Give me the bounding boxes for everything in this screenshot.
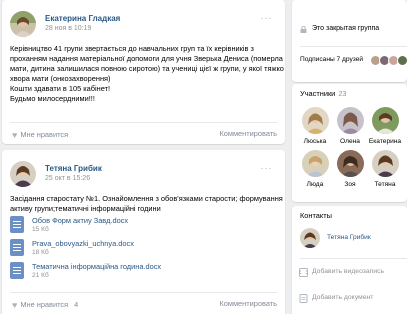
post-actions: ♥ Мне нравится Комментировать	[10, 122, 277, 144]
avatar[interactable]	[397, 55, 407, 66]
contacts-title[interactable]: Контакты	[300, 211, 332, 220]
attached-documents: Обов Форм актиу Завд.docx 15 Кб Prava_ob…	[10, 214, 270, 283]
document-icon	[10, 216, 24, 233]
contact-item[interactable]: Тетяна Грибик	[300, 228, 407, 250]
avatar[interactable]	[336, 107, 364, 134]
divider	[300, 258, 407, 259]
post-text-line: активу групи;тематичні інформаційні годи…	[10, 204, 161, 214]
like-count: 4	[74, 300, 79, 309]
document-icon	[10, 262, 24, 279]
avatar[interactable]	[301, 150, 329, 177]
member-item[interactable]: Люська	[300, 107, 330, 145]
subscribed-friends-row[interactable]: Подписаны 7 друзей	[292, 55, 407, 69]
avatar[interactable]	[10, 11, 36, 37]
contacts-card: Контакты Тетяна Грибик Добавить видеозап…	[292, 206, 407, 314]
wall-post: Тетяна Грибик 25 окт в 15:26 ··· Засідан…	[2, 150, 285, 314]
avatar[interactable]	[301, 107, 329, 134]
add-video-button[interactable]: Добавить видеозапись	[292, 263, 407, 283]
document-name[interactable]: Prava_obovyazki_uchnya.docx	[32, 239, 134, 248]
divider	[300, 46, 407, 47]
add-video-label: Добавить видеозапись	[312, 268, 385, 275]
document-icon	[299, 294, 308, 303]
post-date[interactable]: 25 окт в 15:26	[45, 175, 90, 182]
post-author[interactable]: Тетяна Грибик	[45, 164, 102, 173]
avatar[interactable]	[371, 150, 399, 177]
heart-icon: ♥	[12, 300, 18, 310]
post-text-line: Будьмо милосердними!!!	[10, 94, 95, 104]
document-size: 21 Кб	[32, 272, 49, 279]
post-text-line: проханням надання матеріальної допомоги …	[10, 54, 283, 64]
document-attachment[interactable]: Тематична інформаційна година.docx 21 Кб	[10, 260, 270, 283]
post-actions: ♥ Мне нравится 4 Комментировать	[10, 292, 277, 314]
members-header[interactable]: Участники 23	[300, 89, 347, 98]
members-count: 23	[338, 89, 347, 98]
avatar[interactable]	[300, 228, 320, 248]
post-text-line: Керівництво 41 групи звертається до навч…	[10, 44, 254, 53]
like-button[interactable]: ♥ Мне нравится	[12, 129, 69, 140]
document-icon	[10, 239, 24, 256]
add-document-button[interactable]: Добавить документ	[292, 289, 407, 309]
document-size: 15 Кб	[32, 226, 49, 233]
avatar[interactable]	[336, 150, 364, 177]
post-text-line: Засідання старостату №1. Ознайомлення з …	[10, 194, 283, 203]
like-label: Мне нравится	[20, 130, 69, 139]
contact-name[interactable]: Тетяна Грибик	[327, 234, 371, 241]
post-header: Екатерина Гладкая 28 ноя в 10:19 ···	[10, 11, 278, 37]
group-info-card: Это закрытая группа Подписаны 7 друзей	[292, 0, 407, 82]
member-item[interactable]: Тетяна	[370, 150, 400, 188]
wall-post: Екатерина Гладкая 28 ноя в 10:19 ··· Кер…	[2, 0, 285, 144]
document-attachment[interactable]: Prava_obovyazki_uchnya.docx 18 Кб	[10, 237, 270, 260]
post-author[interactable]: Екатерина Гладкая	[45, 14, 120, 23]
post-header: Тетяна Грибик 25 окт в 15:26 ···	[10, 161, 278, 187]
video-icon	[299, 268, 308, 277]
document-attachment[interactable]: Обов Форм актиу Завд.docx 15 Кб	[10, 214, 270, 237]
subscribed-friends-label[interactable]: Подписаны 7 друзей	[300, 56, 363, 63]
post-text-line: мати, дитина залишилася повною сиротою) …	[10, 64, 284, 74]
member-item[interactable]: Зоя	[335, 150, 365, 188]
member-item[interactable]: Олена	[335, 107, 365, 145]
post-menu-icon[interactable]: ···	[261, 13, 273, 24]
member-name[interactable]: Екатерина	[364, 138, 406, 145]
comment-button[interactable]: Комментировать	[219, 129, 277, 138]
member-name[interactable]: Тетяна	[364, 181, 406, 188]
post-text: Засідання старостату №1. Ознайомлення з …	[10, 194, 283, 214]
like-label: Мне нравится	[20, 300, 69, 309]
closed-group-label: Это закрытая группа	[312, 25, 380, 32]
post-text: Керівництво 41 групи звертається до навч…	[10, 44, 284, 105]
document-size: 18 Кб	[32, 249, 49, 256]
add-document-label: Добавить документ	[312, 294, 374, 301]
heart-icon: ♥	[12, 130, 18, 140]
members-card: Участники 23 Люська Олена Екатерина Люда …	[292, 84, 407, 202]
members-title: Участники	[300, 89, 336, 98]
closed-group-row: Это закрытая группа	[292, 22, 407, 40]
document-name[interactable]: Тематична інформаційна година.docx	[32, 262, 161, 271]
post-text-line: Кошти здавати в 105 кабінет!	[10, 84, 111, 94]
post-date[interactable]: 28 ноя в 10:19	[45, 25, 91, 32]
lock-icon	[300, 26, 307, 33]
comment-button[interactable]: Комментировать	[219, 299, 277, 308]
like-button[interactable]: ♥ Мне нравится 4	[12, 299, 79, 310]
post-text-line: хвора мати (онкозахворення)	[10, 74, 111, 84]
post-menu-icon[interactable]: ···	[261, 163, 273, 174]
document-name[interactable]: Обов Форм актиу Завд.docx	[32, 216, 128, 225]
avatar[interactable]	[10, 161, 36, 187]
member-item[interactable]: Люда	[300, 150, 330, 188]
member-item[interactable]: Екатерина	[369, 107, 401, 145]
avatar[interactable]	[371, 107, 399, 134]
